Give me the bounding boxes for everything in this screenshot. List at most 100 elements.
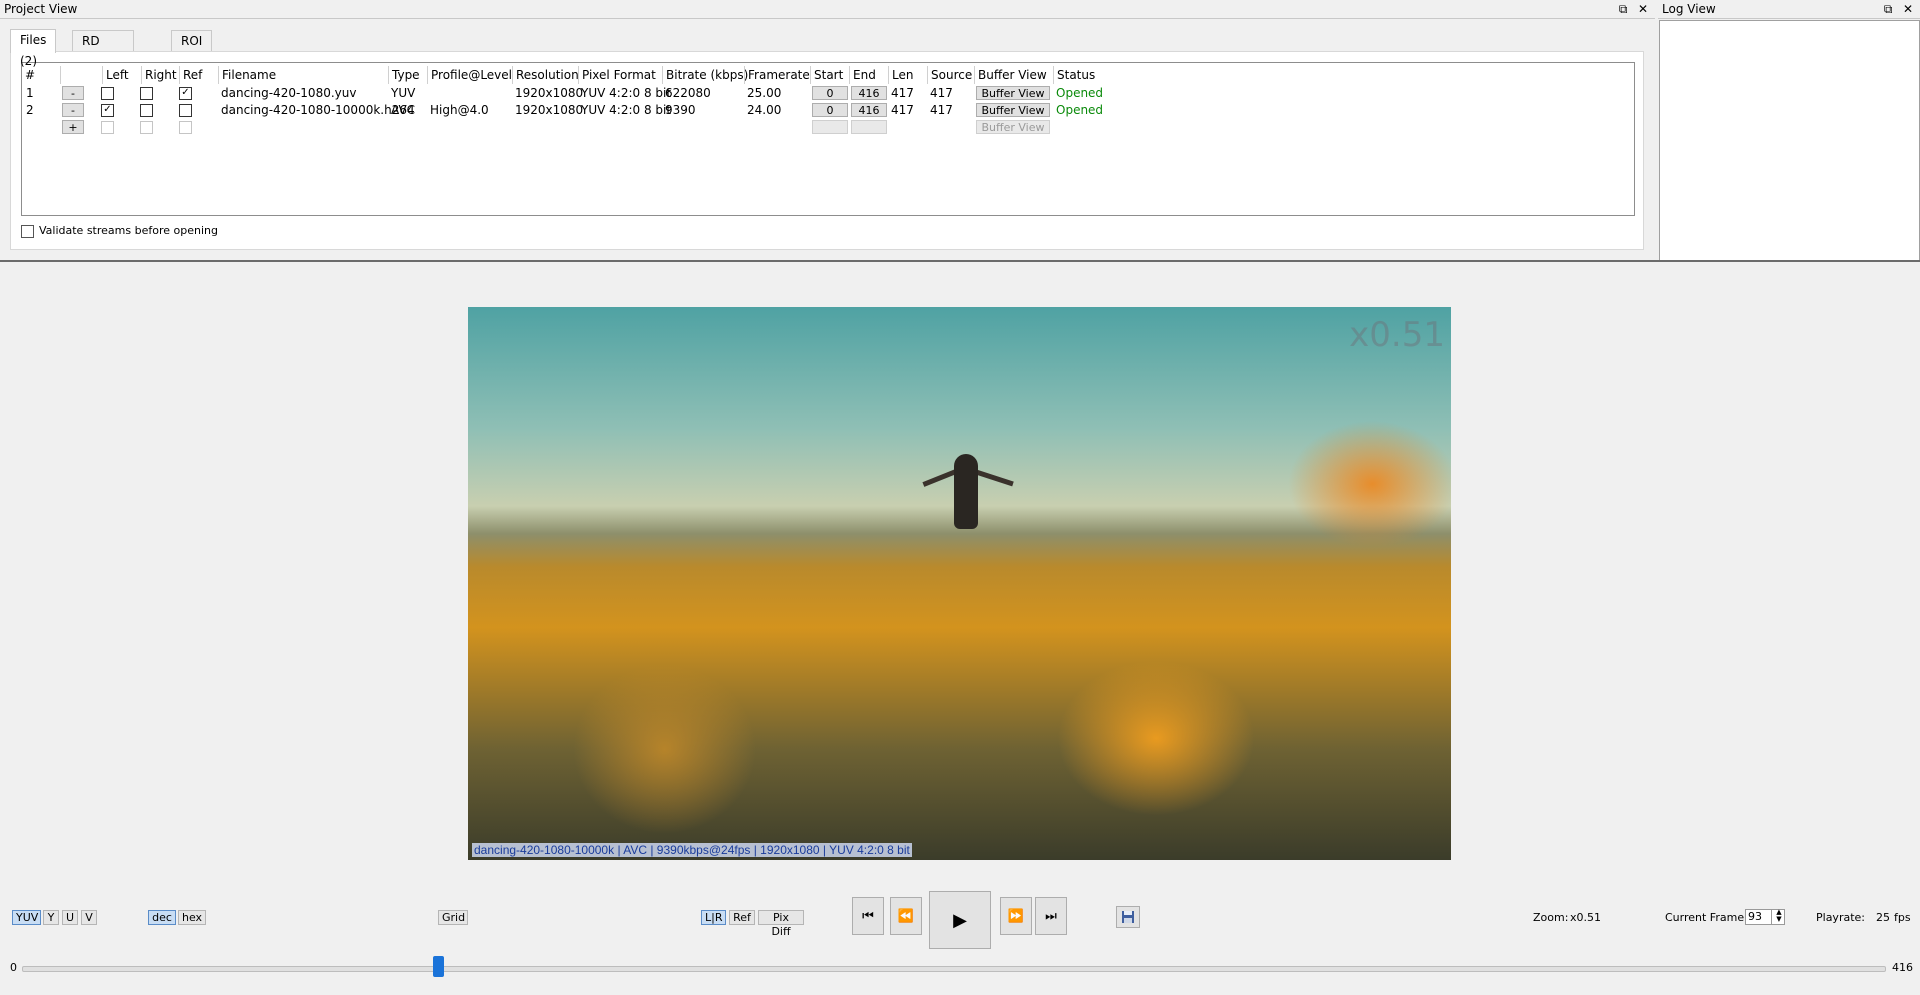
close-icon[interactable]: ✕ [1635, 0, 1651, 18]
source-cell: 417 [930, 86, 953, 100]
len-cell: 417 [891, 103, 914, 117]
column-header-len[interactable]: Len [888, 66, 913, 84]
column-header-profile[interactable]: Profile@Level [427, 66, 512, 84]
project-view-titlebar: Project View ⧉ ✕ [0, 0, 1655, 19]
left-checkbox [101, 121, 114, 134]
play-button[interactable]: ▶ [929, 891, 991, 949]
column-header-end[interactable]: End [849, 66, 876, 84]
filename-cell[interactable]: dancing-420-1080-10000k.h264 [221, 102, 415, 119]
column-header-start[interactable]: Start [810, 66, 843, 84]
row-number: 2 [26, 103, 34, 117]
dec-button[interactable]: dec [148, 910, 176, 925]
timeline-slider-handle[interactable] [433, 956, 445, 977]
ref-button[interactable]: Ref [729, 910, 755, 925]
right-checkbox[interactable] [140, 104, 153, 117]
filename-cell[interactable]: dancing-420-1080.yuv [221, 85, 356, 102]
column-header-remove[interactable] [60, 66, 94, 84]
ref-checkbox[interactable]: ✓ [179, 87, 192, 100]
buffer-view-button[interactable]: Buffer View [976, 103, 1050, 117]
rewind-icon: ⏪ [897, 908, 915, 924]
column-header-source[interactable]: Source [927, 66, 972, 84]
start-frame-spinbox[interactable]: 0 [812, 86, 848, 100]
files-table[interactable]: # Left Right Ref Filename Type Profile@L… [21, 62, 1635, 216]
left-right-button[interactable]: L|R [701, 910, 726, 925]
remove-file-button[interactable]: - [62, 86, 84, 100]
spin-arrows-icon[interactable]: ▲ ▼ [1771, 909, 1786, 925]
left-checkbox[interactable]: ✓ [101, 104, 114, 117]
framerate-cell: 25.00 [747, 86, 782, 100]
pixel-format-cell: YUV 4:2:0 8 bit [581, 103, 672, 117]
start-frame-spinbox[interactable]: 0 [812, 103, 848, 117]
profile-cell: High@4.0 [430, 103, 489, 117]
log-view-title: Log View [1662, 2, 1716, 16]
resolution-cell: 1920x1080 [515, 86, 584, 100]
validate-checkbox[interactable] [21, 224, 34, 238]
scene-figure [954, 454, 978, 529]
dock-separator[interactable] [0, 260, 1920, 262]
tab-files[interactable]: Files (2) [10, 29, 57, 68]
tab-roi[interactable]: ROI (0) [171, 30, 213, 69]
grid-button[interactable]: Grid [438, 910, 468, 925]
column-header-status[interactable]: Status [1053, 66, 1095, 84]
fast-forward-icon: ⏩ [1007, 908, 1025, 924]
restore-icon[interactable]: ⧉ [1880, 0, 1896, 18]
right-checkbox [140, 121, 153, 134]
ref-checkbox [179, 121, 192, 134]
column-header-framerate[interactable]: Framerate [744, 66, 810, 84]
save-button[interactable] [1116, 906, 1140, 928]
last-frame-button[interactable]: ⏭ [1035, 897, 1067, 935]
files-tab-panel: # Left Right Ref Filename Type Profile@L… [10, 51, 1644, 250]
timeline-slider[interactable] [22, 966, 1886, 972]
status-cell: Opened [1056, 103, 1104, 117]
close-icon[interactable]: ✕ [1900, 0, 1916, 18]
scene-figure-arm [972, 468, 1014, 487]
video-frame-view[interactable]: x0.51 dancing-420-1080-10000k | AVC | 93… [468, 307, 1451, 860]
left-checkbox[interactable] [101, 87, 114, 100]
stream-info-overlay: dancing-420-1080-10000k | AVC | 9390kbps… [472, 843, 912, 857]
play-icon: ▶ [953, 909, 967, 931]
v-channel-button[interactable]: V [81, 910, 97, 925]
end-frame-spinbox[interactable]: 416 [851, 86, 887, 100]
right-checkbox[interactable] [140, 87, 153, 100]
column-header-filename[interactable]: Filename [218, 66, 276, 84]
previous-frame-button[interactable]: ⏪ [890, 897, 922, 935]
y-channel-button[interactable]: Y [43, 910, 59, 925]
status-cell: Opened [1056, 86, 1104, 100]
column-header-type[interactable]: Type [388, 66, 420, 84]
type-cell: AVC [391, 103, 416, 117]
current-frame-label: Current Frame: [1665, 911, 1748, 924]
timeline-min-label: 0 [10, 961, 17, 974]
restore-icon[interactable]: ⧉ [1615, 0, 1631, 18]
skip-first-icon: ⏮ [862, 908, 874, 924]
tab-rd-curves[interactable]: RD Curves (0) [72, 30, 134, 90]
column-header-right[interactable]: Right [141, 66, 177, 84]
type-cell: YUV [391, 86, 416, 100]
column-header-buffer-view[interactable]: Buffer View [974, 66, 1047, 84]
framerate-cell: 24.00 [747, 103, 782, 117]
first-frame-button[interactable]: ⏮ [852, 897, 884, 935]
next-frame-button[interactable]: ⏩ [1000, 897, 1032, 935]
validate-streams-option[interactable]: Validate streams before opening [21, 224, 218, 238]
len-cell: 417 [891, 86, 914, 100]
column-header-ref[interactable]: Ref [179, 66, 202, 84]
timeline-max-label: 416 [1892, 961, 1913, 974]
column-header-pixel-format[interactable]: Pixel Format [578, 66, 656, 84]
column-header-resolution[interactable]: Resolution [512, 66, 579, 84]
add-file-button[interactable]: + [62, 120, 84, 134]
ref-checkbox[interactable] [179, 104, 192, 117]
u-channel-button[interactable]: U [62, 910, 78, 925]
remove-file-button[interactable]: - [62, 103, 84, 117]
log-view-panel[interactable] [1659, 20, 1920, 261]
save-icon [1122, 911, 1134, 923]
buffer-view-button: Buffer View [976, 120, 1050, 134]
hex-button[interactable]: hex [178, 910, 206, 925]
yuv-channel-button[interactable]: YUV [12, 910, 41, 925]
validate-label: Validate streams before opening [39, 224, 218, 237]
playrate-label: Playrate: [1816, 911, 1865, 924]
source-cell: 417 [930, 103, 953, 117]
end-frame-spinbox[interactable]: 416 [851, 103, 887, 117]
buffer-view-button[interactable]: Buffer View [976, 86, 1050, 100]
column-header-left[interactable]: Left [102, 66, 129, 84]
pix-diff-button[interactable]: Pix Diff [758, 910, 804, 938]
column-header-bitrate[interactable]: Bitrate (kbps) [662, 66, 748, 84]
